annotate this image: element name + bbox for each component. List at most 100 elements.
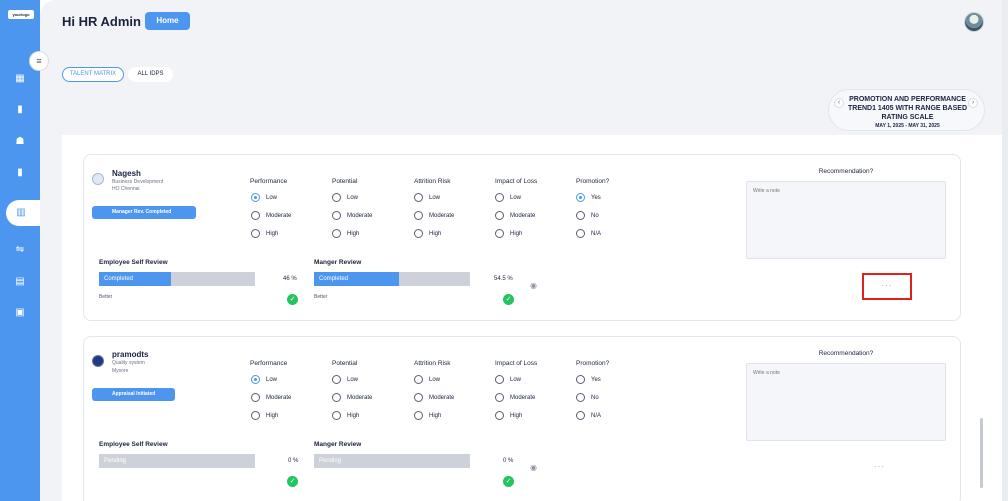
group-title-performance: Performance	[250, 178, 288, 185]
self-review-progress: Pending	[99, 454, 255, 468]
collapse-sidebar-button[interactable]: ≡	[29, 51, 49, 71]
option-label: High	[347, 231, 360, 237]
users-icon[interactable]: ☗	[14, 137, 26, 147]
self-review-progress: Completed	[99, 272, 255, 286]
radio-promotion-yes[interactable]	[576, 375, 585, 384]
cycle-selector[interactable]: ‹ PROMOTION AND PERFORMANCE TREND1 1405 …	[828, 89, 985, 131]
radio-potential-low[interactable]	[332, 193, 341, 202]
employee-card: pramodts Quality system Mysore Appraisal…	[83, 336, 961, 501]
radio-promotion-na[interactable]	[576, 229, 585, 238]
home-button[interactable]: Home	[145, 12, 190, 30]
user-avatar[interactable]	[964, 12, 984, 32]
radio-performance-moderate[interactable]	[251, 393, 260, 402]
option-label: Moderate	[429, 395, 455, 401]
option-label: No	[591, 213, 599, 219]
radio-impact-high[interactable]	[495, 411, 504, 420]
self-review-percent: 0 %	[288, 458, 299, 464]
self-review-rating: Better	[99, 294, 113, 300]
radio-attrition-high[interactable]	[414, 411, 423, 420]
radio-potential-low[interactable]	[332, 375, 341, 384]
radio-attrition-high[interactable]	[414, 229, 423, 238]
radio-attrition-low[interactable]	[414, 193, 423, 202]
main-panel: Hi HR Admin Home TALENT MATRIX ALL IDPS …	[40, 0, 1003, 501]
employee-avatar	[92, 355, 104, 367]
radio-attrition-low[interactable]	[414, 375, 423, 384]
radio-performance-low[interactable]	[251, 193, 260, 202]
book-icon[interactable]: ▮	[14, 105, 26, 115]
radio-performance-moderate[interactable]	[251, 211, 260, 220]
more-options-button[interactable]: ···	[874, 462, 885, 471]
dashboard-icon[interactable]: ▦	[14, 74, 26, 84]
radio-potential-high[interactable]	[332, 411, 341, 420]
radio-impact-low[interactable]	[495, 193, 504, 202]
group-title-promotion: Promotion?	[576, 178, 610, 185]
employee-card: Nagesh Business Development HO Chennai M…	[83, 154, 961, 321]
option-label: Moderate	[347, 213, 373, 219]
status-badge: Manager Rev. Completed	[92, 206, 196, 219]
self-review-label: Employee Self Review	[99, 259, 168, 266]
option-label: Low	[266, 195, 278, 201]
eye-icon[interactable]: ◉	[530, 463, 537, 472]
radio-promotion-yes[interactable]	[576, 193, 585, 202]
calendar-icon[interactable]: ▣	[14, 308, 26, 318]
radio-impact-low[interactable]	[495, 375, 504, 384]
recommendation-label: Recommendation?	[818, 168, 874, 175]
scrollbar-thumb[interactable]	[980, 418, 983, 488]
radio-attrition-moderate[interactable]	[414, 393, 423, 402]
scrollbar-track[interactable]	[1002, 0, 1008, 501]
option-label: N/A	[591, 231, 602, 237]
employee-location: Mysore	[112, 368, 129, 374]
report-icon[interactable]: ▤	[14, 277, 26, 287]
group-title-potential: Potential	[332, 360, 358, 367]
library-icon[interactable]: ▮	[14, 168, 26, 178]
check-icon: ✓	[287, 476, 298, 487]
tab-all-idps[interactable]: ALL IDPS	[128, 67, 173, 82]
page-greeting: Hi HR Admin	[62, 14, 141, 29]
radio-impact-moderate[interactable]	[495, 211, 504, 220]
option-label: High	[266, 413, 279, 419]
manager-review-percent: 54.5 %	[494, 276, 513, 282]
manager-review-status: Completed	[319, 276, 349, 282]
radio-performance-high[interactable]	[251, 229, 260, 238]
recommendation-note-field[interactable]	[746, 181, 946, 259]
option-label: Low	[429, 377, 441, 383]
option-label: Low	[266, 377, 278, 383]
radio-impact-moderate[interactable]	[495, 393, 504, 402]
group-title-attrition: Attrition Risk	[414, 360, 451, 367]
group-title-impact: Impact of Loss	[495, 360, 538, 367]
option-label: Moderate	[510, 395, 536, 401]
tab-talent-matrix[interactable]: TALENT MATRIX	[62, 67, 124, 82]
employee-name: Nagesh	[112, 169, 141, 178]
radio-promotion-no[interactable]	[576, 393, 585, 402]
cycle-prev-icon[interactable]: ‹	[834, 98, 844, 108]
manager-review-percent: 0 %	[503, 458, 514, 464]
radio-impact-high[interactable]	[495, 229, 504, 238]
radio-performance-high[interactable]	[251, 411, 260, 420]
manager-review-label: Manger Review	[314, 441, 362, 448]
group-title-potential: Potential	[332, 178, 358, 185]
radio-potential-high[interactable]	[332, 229, 341, 238]
self-review-percent: 46 %	[283, 276, 297, 282]
radio-performance-low[interactable]	[251, 375, 260, 384]
handshake-icon[interactable]: ⇋	[14, 245, 26, 255]
option-label: Low	[347, 377, 359, 383]
chart-icon: ▥	[16, 207, 26, 218]
option-label: High	[510, 413, 523, 419]
option-label: Moderate	[347, 395, 373, 401]
radio-potential-moderate[interactable]	[332, 211, 341, 220]
radio-promotion-na[interactable]	[576, 411, 585, 420]
radio-potential-moderate[interactable]	[332, 393, 341, 402]
group-title-impact: Impact of Loss	[495, 178, 538, 185]
group-title-performance: Performance	[250, 360, 288, 367]
employee-list: Nagesh Business Development HO Chennai M…	[62, 135, 1003, 501]
radio-promotion-no[interactable]	[576, 211, 585, 220]
sidebar: yourlogo ▦ ▮ ☗ ▮ ▥ ⇋ ▤ ▣	[0, 0, 46, 501]
recommendation-label: Recommendation?	[818, 350, 874, 357]
more-options-button[interactable]: ···	[862, 273, 912, 300]
recommendation-note-field[interactable]	[746, 363, 946, 441]
manager-review-status: Pending	[319, 458, 342, 464]
option-label: Low	[510, 377, 522, 383]
eye-icon[interactable]: ◉	[530, 281, 537, 290]
radio-attrition-moderate[interactable]	[414, 211, 423, 220]
cycle-next-icon[interactable]: ›	[968, 98, 978, 108]
